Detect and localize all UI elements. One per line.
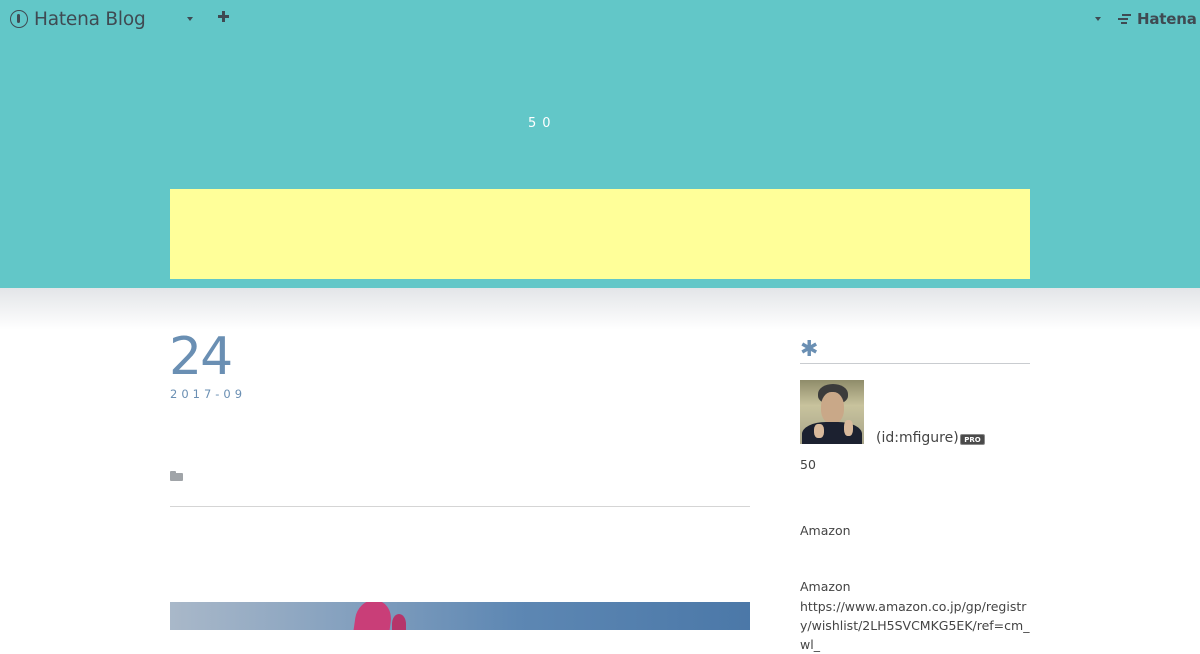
plus-icon[interactable] bbox=[218, 11, 229, 22]
amazon-wishlist-label: Amazon bbox=[800, 579, 851, 594]
profile-id-link[interactable]: (id:mfigure) bbox=[876, 430, 959, 446]
hatena-blog-logo-icon bbox=[10, 10, 28, 28]
hatena-label: Hatena bbox=[1137, 10, 1197, 28]
caret-down-icon[interactable] bbox=[1095, 17, 1101, 21]
entry-divider bbox=[170, 506, 750, 507]
pro-badge: PRO bbox=[960, 434, 985, 445]
amazon-text: Amazon bbox=[800, 523, 851, 538]
caret-down-icon[interactable] bbox=[187, 17, 193, 21]
sidebar-module-title: ✱ bbox=[800, 337, 1030, 364]
avatar[interactable] bbox=[800, 380, 864, 444]
asterisk-icon: ✱ bbox=[800, 337, 819, 362]
entry-date-month[interactable]: 2017-09 bbox=[170, 387, 246, 401]
profile-intro: 50 bbox=[800, 457, 816, 472]
header-banner bbox=[170, 189, 1030, 279]
folder-icon bbox=[170, 471, 183, 481]
blog-header: Hatena Blog Hatena 50 bbox=[0, 0, 1200, 288]
hatena-blog-brand-link[interactable]: Hatena Blog bbox=[10, 8, 146, 30]
hatena-link[interactable]: Hatena bbox=[1118, 10, 1197, 28]
brand-name: Hatena Blog bbox=[34, 8, 146, 30]
amazon-wishlist-link[interactable]: https://www.amazon.co.jp/gp/registry/wis… bbox=[800, 597, 1030, 654]
blog-description: 50 bbox=[528, 116, 557, 131]
hatena-logo-icon bbox=[1118, 14, 1134, 24]
header-shadow bbox=[0, 288, 1200, 330]
entry-photo bbox=[170, 602, 750, 630]
entry-date-day[interactable]: 24 bbox=[169, 326, 233, 388]
